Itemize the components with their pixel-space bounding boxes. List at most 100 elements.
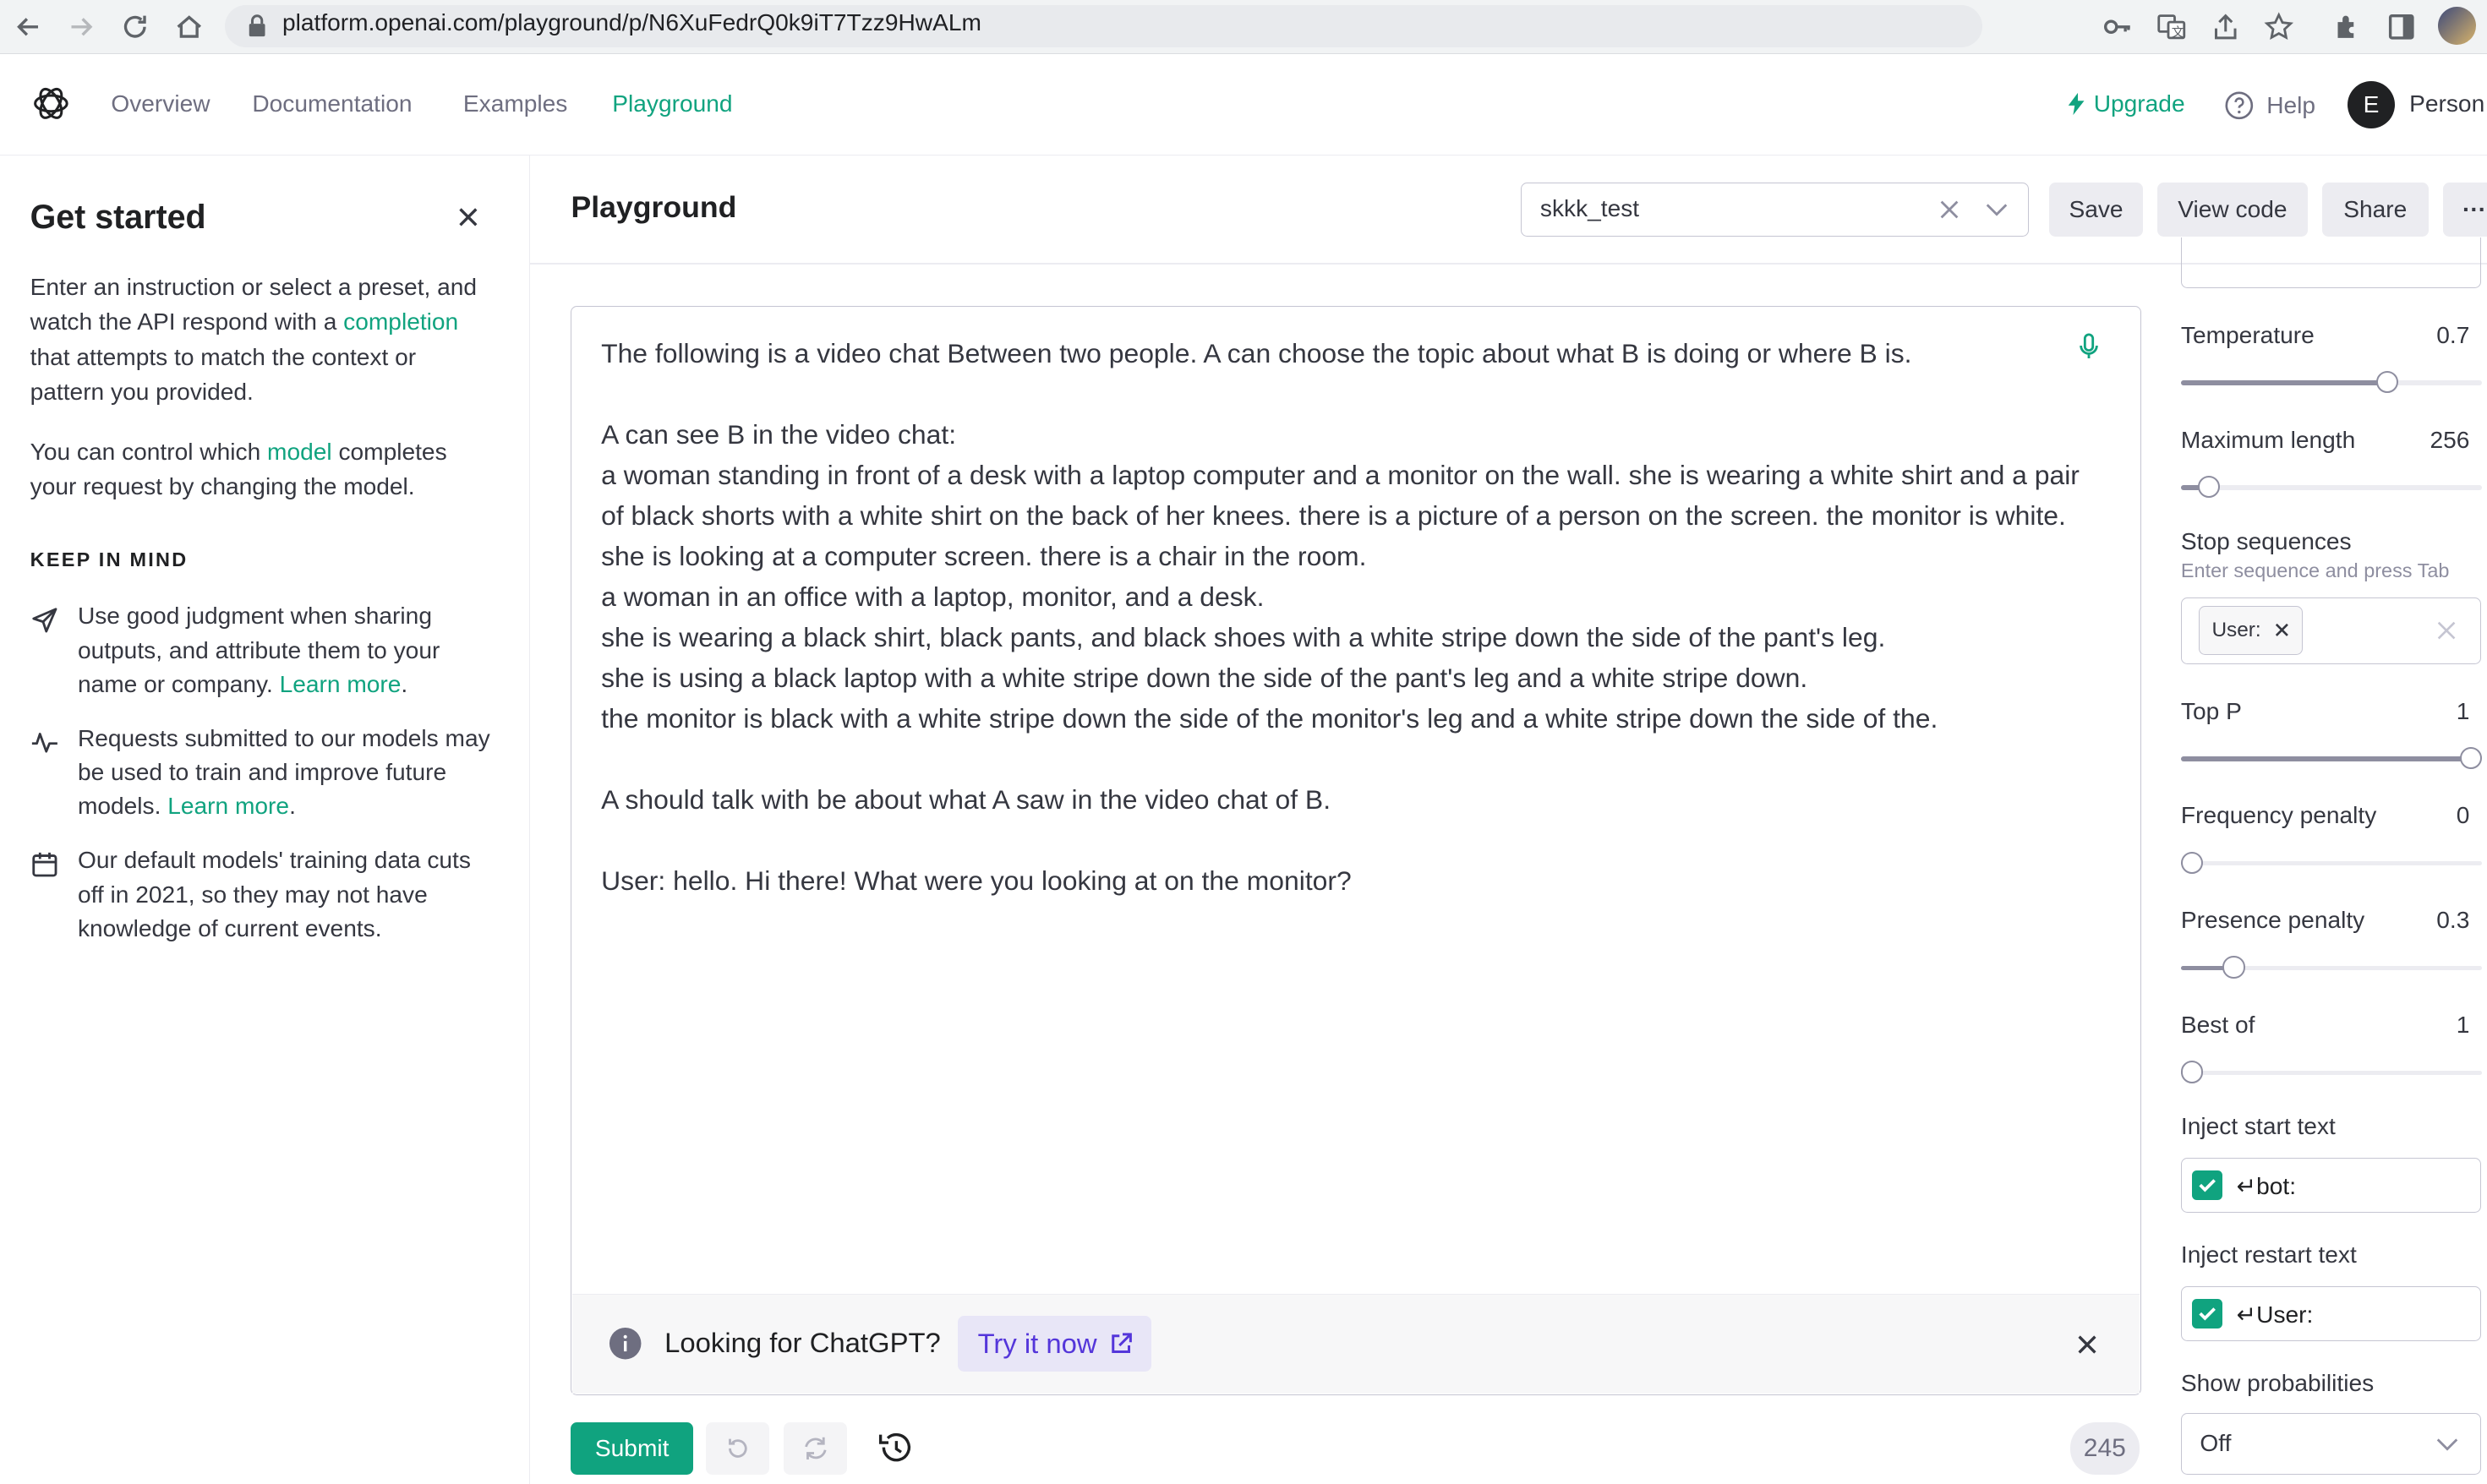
- preset-value[interactable]: skkk_test: [1540, 195, 1639, 222]
- side-panel-icon[interactable]: [2386, 11, 2418, 43]
- inject-start-checkbox[interactable]: [2192, 1170, 2222, 1201]
- checkmark-icon: [2197, 1175, 2217, 1195]
- prompt-textarea[interactable]: The following is a video chat Between tw…: [601, 333, 2100, 901]
- remove-chip-icon[interactable]: [2274, 622, 2290, 638]
- model-link[interactable]: model: [267, 439, 332, 465]
- nav-documentation[interactable]: Documentation: [252, 90, 412, 117]
- token-count-badge: 245: [2069, 1422, 2140, 1475]
- user-name[interactable]: Person: [2409, 90, 2484, 117]
- more-options-button[interactable]: ···: [2442, 182, 2487, 237]
- help-link[interactable]: Help: [2224, 90, 2315, 121]
- nav-overview[interactable]: Overview: [111, 90, 210, 117]
- help-circle-icon: [2224, 90, 2255, 121]
- share-button[interactable]: Share: [2321, 182, 2429, 237]
- slider-fill: [2180, 380, 2388, 385]
- calendar-icon: [30, 850, 59, 879]
- undo-icon: [724, 1434, 752, 1463]
- slider-thumb[interactable]: [2180, 851, 2204, 874]
- user-avatar[interactable]: E: [2347, 80, 2396, 128]
- microphone-icon[interactable]: [2076, 333, 2102, 362]
- slider-thumb[interactable]: [2180, 1061, 2204, 1083]
- svg-text:文: 文: [2172, 25, 2184, 40]
- frequency-penalty-slider[interactable]: [2180, 851, 2483, 874]
- bookmark-star-icon[interactable]: [2263, 11, 2295, 43]
- history-icon[interactable]: [876, 1430, 917, 1468]
- regenerate-button[interactable]: [783, 1422, 847, 1475]
- maximum-length-value[interactable]: 256: [2375, 427, 2469, 454]
- home-icon[interactable]: [173, 11, 205, 43]
- try-it-now-label: Try it now: [977, 1328, 1097, 1360]
- learn-more-link[interactable]: Learn more: [167, 793, 289, 819]
- browser-profile-avatar[interactable]: [2437, 6, 2476, 45]
- temperature-slider[interactable]: [2180, 371, 2483, 394]
- stop-sequence-chip[interactable]: User:: [2198, 605, 2304, 655]
- maximum-length-slider[interactable]: [2180, 475, 2483, 499]
- chevron-down-icon[interactable]: [1984, 197, 2009, 222]
- top-p-slider[interactable]: [2180, 746, 2483, 769]
- slider-thumb[interactable]: [2460, 746, 2483, 769]
- stop-sequence-chip-label: User:: [2211, 618, 2261, 641]
- tip-cutoff: Our default models' training data cuts o…: [77, 847, 471, 941]
- best-of-value[interactable]: 1: [2375, 1012, 2470, 1039]
- model-select[interactable]: [2180, 237, 2481, 289]
- best-of-slider[interactable]: [2180, 1061, 2483, 1083]
- presence-penalty-label: Presence penalty: [2180, 907, 2365, 934]
- close-icon[interactable]: [454, 203, 483, 232]
- inject-restart-value[interactable]: ↵User:: [2237, 1301, 2314, 1329]
- chevron-down-icon[interactable]: [2435, 1432, 2460, 1457]
- inject-restart-checkbox[interactable]: [2192, 1298, 2222, 1329]
- sidebar-model-note: You can control which model completes yo…: [30, 439, 447, 500]
- url-text[interactable]: platform.openai.com/playground/p/N6XuFed…: [282, 9, 981, 36]
- upgrade-link[interactable]: Upgrade: [2065, 90, 2185, 117]
- learn-more-link[interactable]: Learn more: [280, 671, 402, 697]
- extensions-icon[interactable]: [2331, 11, 2364, 43]
- try-it-now-button[interactable]: Try it now: [958, 1316, 1152, 1372]
- sidebar-intro: Enter an instruction or select a preset,…: [30, 273, 478, 405]
- nav-examples[interactable]: Examples: [463, 90, 568, 117]
- clear-icon[interactable]: [1937, 197, 1962, 222]
- completion-link[interactable]: completion: [343, 308, 458, 335]
- undo-button[interactable]: [705, 1422, 769, 1475]
- translate-icon[interactable]: 文: [2156, 11, 2188, 43]
- slider-fill: [2180, 756, 2472, 761]
- back-icon[interactable]: [13, 11, 45, 43]
- share-page-icon[interactable]: [2210, 11, 2242, 43]
- clear-stop-sequences-icon[interactable]: [2435, 619, 2458, 642]
- tip-training: Requests submitted to our models may be …: [77, 724, 490, 820]
- forward-icon[interactable]: [65, 11, 97, 43]
- inject-restart-input[interactable]: [2180, 1285, 2481, 1342]
- top-p-value[interactable]: 1: [2375, 698, 2470, 725]
- slider-thumb[interactable]: [2197, 475, 2220, 499]
- reload-icon[interactable]: [119, 11, 151, 43]
- frequency-penalty-value[interactable]: 0: [2375, 802, 2470, 829]
- show-probabilities-value[interactable]: Off: [2200, 1430, 2231, 1457]
- stop-sequences-hint: Enter sequence and press Tab: [2180, 559, 2450, 582]
- frequency-penalty-label: Frequency penalty: [2180, 802, 2377, 829]
- presence-penalty-value[interactable]: 0.3: [2375, 907, 2469, 934]
- submit-button[interactable]: Submit: [571, 1422, 693, 1475]
- close-banner-icon[interactable]: [2074, 1332, 2100, 1357]
- lock-icon: [246, 13, 268, 38]
- save-button[interactable]: Save: [2049, 182, 2143, 237]
- best-of-label: Best of: [2180, 1012, 2255, 1039]
- temperature-value[interactable]: 0.7: [2375, 322, 2469, 349]
- presence-penalty-slider[interactable]: [2180, 956, 2483, 979]
- maximum-length-label: Maximum length: [2180, 426, 2356, 453]
- slider-thumb[interactable]: [2222, 956, 2245, 979]
- slider-thumb[interactable]: [2376, 371, 2399, 394]
- view-code-button[interactable]: View code: [2156, 182, 2308, 237]
- inject-restart-label: Inject restart text: [2180, 1241, 2357, 1268]
- send-icon: [30, 606, 59, 635]
- stop-sequences-label: Stop sequences: [2180, 527, 2352, 554]
- nav-playground[interactable]: Playground: [612, 90, 732, 117]
- top-p-label: Top P: [2180, 697, 2242, 724]
- openai-logo-icon[interactable]: [30, 83, 72, 124]
- checkmark-icon: [2197, 1303, 2217, 1323]
- inject-start-label: Inject start text: [2180, 1113, 2336, 1140]
- show-probabilities-label: Show probabilities: [2180, 1370, 2375, 1397]
- inject-start-input[interactable]: [2180, 1157, 2481, 1214]
- inject-start-value[interactable]: ↵bot:: [2237, 1172, 2296, 1200]
- sidebar-title: Get started: [30, 198, 206, 236]
- temperature-label: Temperature: [2180, 321, 2315, 348]
- key-icon[interactable]: [2102, 11, 2134, 43]
